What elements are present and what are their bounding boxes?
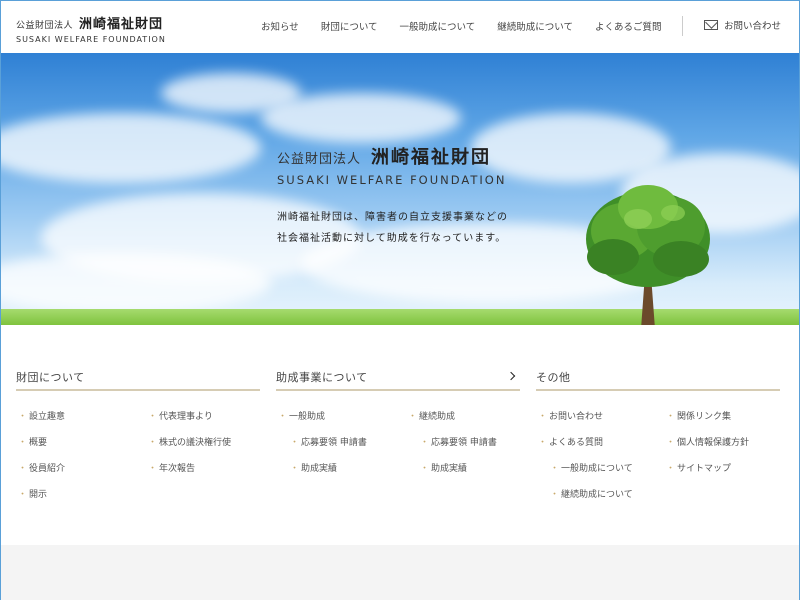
logo-corp-label: 公益財団法人 xyxy=(16,21,74,31)
nav-continuing-grant[interactable]: 継続助成について xyxy=(497,19,573,33)
footer-link[interactable]: 個人情報保護方針 xyxy=(666,435,749,448)
footer-link[interactable]: サイトマップ xyxy=(666,461,731,474)
hero-desc-line: 洲崎福祉財団は、障害者の自立支援事業などの xyxy=(277,212,508,223)
mail-icon xyxy=(704,20,718,30)
footer-nav-area: 財団について 設立趣意 概要 役員紹介 開示 代表理事より 株式の議決権行使 年… xyxy=(1,325,799,600)
footer-col-about: 財団について 設立趣意 概要 役員紹介 開示 代表理事より 株式の議決権行使 年… xyxy=(16,369,260,500)
nav-divider xyxy=(682,16,683,36)
footer-col-heading-label: 助成事業について xyxy=(276,371,368,384)
nav-news[interactable]: お知らせ xyxy=(261,19,299,33)
hero-banner: 公益財団法人 洲崎福祉財団 SUSAKI WELFARE FOUNDATION … xyxy=(1,53,799,325)
cloud xyxy=(1,253,271,313)
footer-sublink[interactable]: 助成実績 xyxy=(420,461,467,474)
footer-link[interactable]: 年次報告 xyxy=(148,461,195,474)
footer-link[interactable]: 概要 xyxy=(18,435,47,448)
footer-link[interactable]: 代表理事より xyxy=(148,409,213,422)
nav-about[interactable]: 財団について xyxy=(321,19,378,33)
footer-link[interactable]: 一般助成 xyxy=(278,409,325,422)
hero-desc-line: 社会福祉活動に対して助成を行なっています。 xyxy=(277,233,507,244)
footer-link[interactable]: よくある質問 xyxy=(538,435,603,448)
footer-col-heading: 財団について xyxy=(16,369,260,391)
footer-sublink[interactable]: 継続助成について xyxy=(550,487,633,500)
logo-name: 洲崎福祉財団 xyxy=(79,17,164,32)
footer-col-heading: その他 xyxy=(536,369,780,391)
footer-link[interactable]: 設立趣意 xyxy=(18,409,65,422)
hero-description: 洲崎福祉財団は、障害者の自立支援事業などの 社会福祉活動に対して助成を行なってい… xyxy=(277,207,508,249)
nav-faq[interactable]: よくあるご質問 xyxy=(595,19,662,33)
hero-title: 洲崎福祉財団 xyxy=(371,147,492,168)
site-logo[interactable]: 公益財団法人 洲崎福祉財団 SUSAKI WELFARE FOUNDATION xyxy=(16,13,166,44)
footer-sublink[interactable]: 応募要領 申請書 xyxy=(290,435,367,448)
hero-english-title: SUSAKI WELFARE FOUNDATION xyxy=(277,173,507,187)
footer-sublink[interactable]: 助成実績 xyxy=(290,461,337,474)
hero-corp-label: 公益財団法人 xyxy=(277,152,362,167)
footer-link[interactable]: 開示 xyxy=(18,487,47,500)
chevron-right-icon xyxy=(506,371,516,381)
cloud xyxy=(261,93,461,143)
footer-link[interactable]: お問い合わせ xyxy=(538,409,603,422)
tree-illustration xyxy=(586,185,710,325)
hero-text-block: 公益財団法人 洲崎福祉財団 SUSAKI WELFARE FOUNDATION … xyxy=(277,143,508,249)
logo-english: SUSAKI WELFARE FOUNDATION xyxy=(16,35,166,44)
nav-general-grant[interactable]: 一般助成について xyxy=(400,19,476,33)
footer-link[interactable]: 株式の議決権行使 xyxy=(148,435,231,448)
footer-col-other: その他 お問い合わせ よくある質問 一般助成について 継続助成について 関係リン… xyxy=(536,369,780,500)
footer-sublink[interactable]: 一般助成について xyxy=(550,461,633,474)
footer-link[interactable]: 関係リンク集 xyxy=(666,409,731,422)
footer-nav-panel: 財団について 設立趣意 概要 役員紹介 開示 代表理事より 株式の議決権行使 年… xyxy=(1,325,799,545)
footer-sublink[interactable]: 応募要領 申請書 xyxy=(420,435,497,448)
contact-link[interactable]: お問い合わせ xyxy=(704,18,781,32)
contact-label: お問い合わせ xyxy=(724,21,782,32)
footer-col-heading[interactable]: 助成事業について xyxy=(276,369,520,391)
site-header: 公益財団法人 洲崎福祉財団 SUSAKI WELFARE FOUNDATION … xyxy=(1,1,799,53)
main-nav: お知らせ 財団について 一般助成について 継続助成について よくあるご質問 xyxy=(261,19,683,33)
footer-link[interactable]: 継続助成 xyxy=(408,409,455,422)
cloud xyxy=(1,113,261,183)
footer-link[interactable]: 役員紹介 xyxy=(18,461,65,474)
footer-col-grants: 助成事業について 一般助成 応募要領 申請書 助成実績 継続助成 応募要領 申請… xyxy=(276,369,520,474)
